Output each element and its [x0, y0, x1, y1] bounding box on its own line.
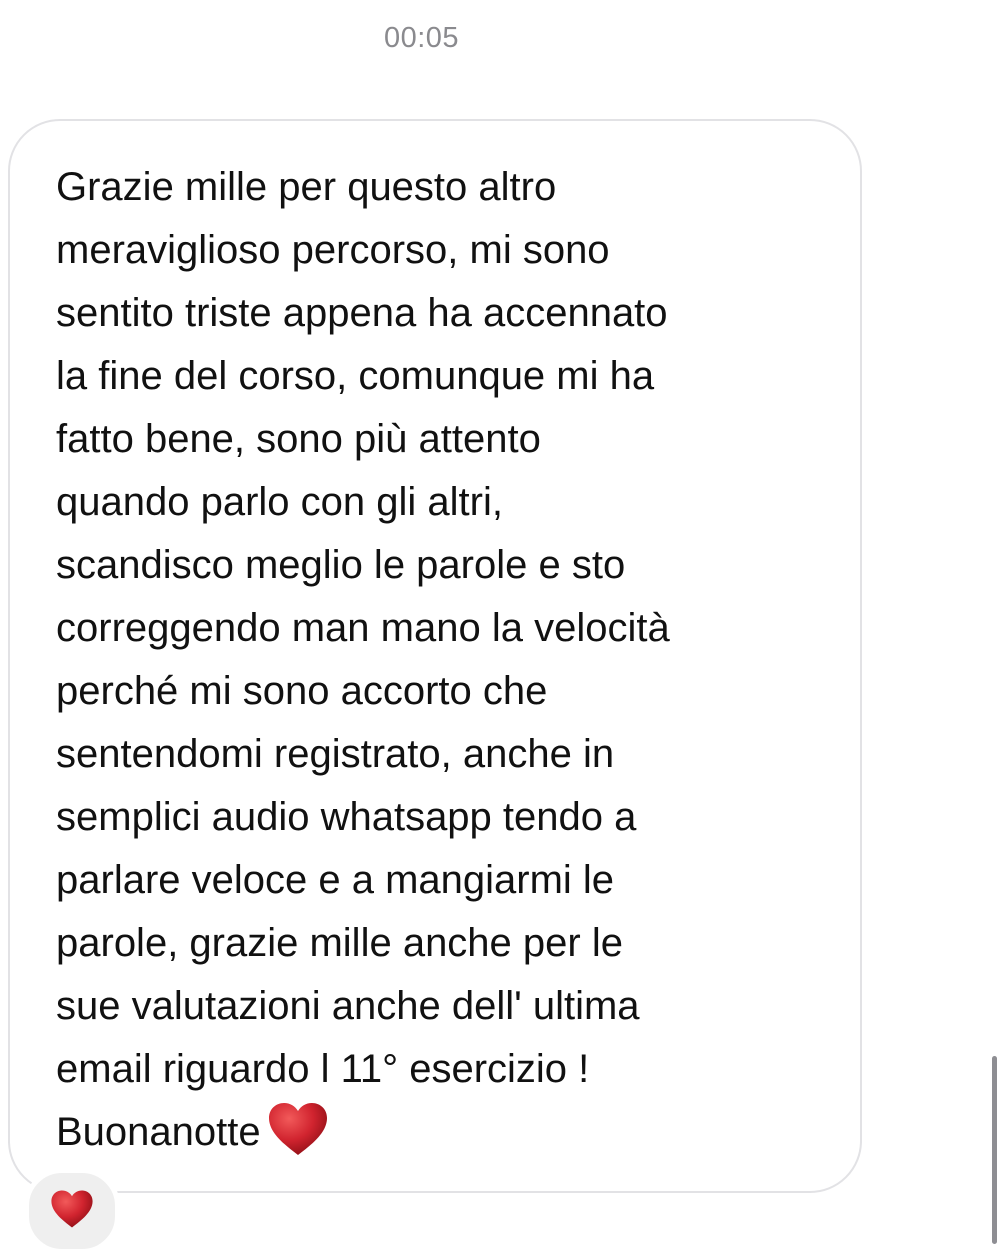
reaction-badge[interactable]	[24, 1168, 120, 1254]
message-timestamp: 00:05	[383, 22, 460, 54]
red-heart-icon	[267, 1101, 329, 1176]
red-heart-icon	[50, 1189, 94, 1234]
message-text-wrap: Grazie mille per questo altro meraviglio…	[56, 156, 846, 1176]
message-bubble[interactable]: Grazie mille per questo altro meraviglio…	[8, 119, 862, 1193]
message-text: Grazie mille per questo altro meraviglio…	[56, 165, 670, 1154]
scrollbar[interactable]	[992, 1056, 997, 1244]
